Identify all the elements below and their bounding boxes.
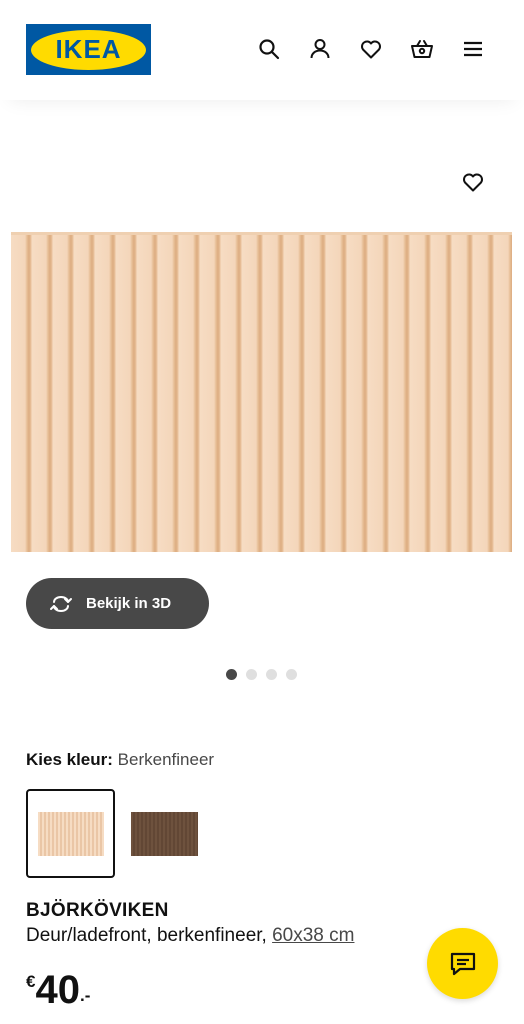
color-label-title: Kies kleur: bbox=[26, 750, 113, 769]
price-amount: 40 bbox=[35, 968, 80, 1012]
chat-icon bbox=[450, 952, 475, 975]
product-name: BJÖRKÖVIKEN bbox=[26, 900, 169, 921]
account-icon[interactable] bbox=[305, 34, 335, 64]
view-3d-button[interactable]: Bekijk in 3D bbox=[26, 578, 209, 629]
chat-button[interactable] bbox=[427, 928, 498, 999]
product-description-text: Deur/ladefront, berkenfineer, bbox=[26, 925, 273, 946]
header: IKEA bbox=[0, 0, 524, 100]
product-description: Deur/ladefront, berkenfineer, 60x38 cm bbox=[26, 925, 354, 947]
color-label-value: Berkenfineer bbox=[117, 750, 215, 769]
gallery-pagination bbox=[226, 669, 297, 680]
swatch-dark-image bbox=[131, 811, 198, 856]
logo-text: IKEA bbox=[55, 34, 122, 64]
color-swatch-birch[interactable] bbox=[26, 789, 115, 878]
product-image[interactable] bbox=[11, 232, 512, 552]
price-suffix: .- bbox=[79, 986, 91, 1005]
panel-top-edge bbox=[11, 232, 512, 235]
color-selector-label: Kies kleur: Berkenfineer bbox=[26, 750, 214, 770]
product-price: € 40 .- bbox=[26, 966, 90, 1014]
logo-oval: IKEA bbox=[31, 29, 146, 70]
price-currency: € bbox=[26, 972, 36, 991]
product-dimensions-link[interactable]: 60x38 cm bbox=[272, 925, 354, 946]
pagination-dot-1[interactable] bbox=[226, 669, 237, 680]
view-3d-label: Bekijk in 3D bbox=[86, 595, 172, 612]
ikea-logo[interactable]: IKEA bbox=[26, 24, 151, 75]
favorite-heart-icon[interactable] bbox=[458, 167, 488, 197]
menu-icon[interactable] bbox=[458, 34, 488, 64]
pagination-dot-4[interactable] bbox=[286, 669, 297, 680]
pagination-dot-2[interactable] bbox=[246, 669, 257, 680]
pagination-dot-3[interactable] bbox=[266, 669, 277, 680]
basket-icon[interactable] bbox=[407, 34, 437, 64]
search-icon[interactable] bbox=[254, 34, 284, 64]
color-swatch-dark[interactable] bbox=[120, 789, 209, 878]
heart-icon[interactable] bbox=[356, 34, 386, 64]
rotate-3d-icon bbox=[50, 595, 72, 612]
slatted-panel bbox=[11, 232, 512, 552]
swatch-birch-image bbox=[37, 811, 104, 856]
